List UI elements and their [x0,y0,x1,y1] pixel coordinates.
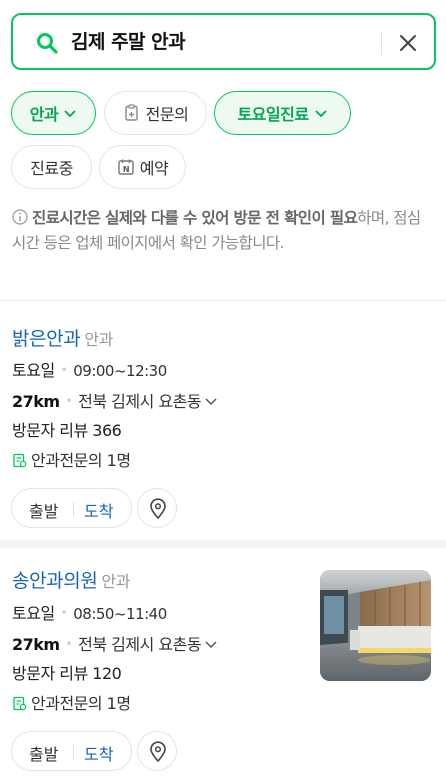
close-icon[interactable] [397,32,419,54]
specialist-count: 안과전문의 1명 [31,694,131,713]
place-location[interactable]: 27km • 전북 김제시 요촌동 [12,390,219,413]
route-arrive-button[interactable]: 도착 [84,498,113,522]
place-hours: 토요일 • 08:50~11:40 [12,604,167,623]
search-divider [381,31,382,55]
place-hours: 토요일 • 09:00~12:30 [12,361,167,380]
map-pin-button[interactable] [137,731,177,771]
place-hours-range: 09:00~12:30 [73,362,167,380]
place-category: 안과 [101,572,131,591]
notice-bold-text: 진료시간은 실제와 다를 수 있어 방문 전 확인이 필요 [32,209,358,227]
place-category: 안과 [84,330,113,349]
place-day: 토요일 [12,604,55,623]
place-card[interactable]: 송안과의원 안과 토요일 • 08:50~11:40 27km • 전북 김제시 요촌동 … [0,568,446,777]
specialist-doc-icon [13,696,27,711]
place-specialist: 안과전문의 1명 [12,693,131,715]
place-address: 전북 김제시 요촌동 [78,392,202,411]
section-divider [0,300,446,301]
specialist-doc-icon [124,104,138,121]
search-input[interactable]: 김제 주말 안과 [71,29,186,55]
filter-chip-ophthalmology[interactable]: 안과 [11,91,96,135]
naver-booking-icon: N [118,159,134,175]
search-icon [37,33,58,54]
map-pin-icon [150,498,166,520]
route-arrive-button[interactable]: 도착 [84,741,113,765]
specialist-count: 안과전문의 1명 [31,451,131,470]
place-reviews[interactable]: 방문자 리뷰 366 [12,420,122,442]
specialist-doc-icon [13,453,27,468]
hours-notice: 진료시간은 실제와 다를 수 있어 방문 전 확인이 필요하며, 점심시간 등은… [12,206,432,256]
filter-chip-booking[interactable]: N 예약 [99,145,186,189]
chevron-down-icon [314,110,327,118]
place-photo[interactable] [320,570,431,681]
search-bar[interactable]: 김제 주말 안과 [11,13,436,70]
place-name[interactable]: 송안과의원 [12,570,98,592]
place-specialist: 안과전문의 1명 [12,450,131,472]
filter-chip-saturday[interactable]: 토요일진료 [214,91,351,135]
map-pin-button[interactable] [137,488,177,528]
place-name[interactable]: 밝은안과 [12,328,81,350]
place-title[interactable]: 밝은안과 안과 [12,326,113,353]
filter-chip-label: 진료중 [30,159,73,178]
place-hours-range: 08:50~11:40 [73,605,167,623]
map-pin-icon [150,741,166,763]
chevron-down-icon [64,110,76,118]
filter-chip-open-now[interactable]: 진료중 [11,145,92,189]
route-buttons: 출발 도착 [11,731,132,771]
place-distance: 27km [12,392,60,411]
info-icon [12,209,28,225]
place-card[interactable]: 밝은안과 안과 토요일 • 09:00~12:30 27km • 전북 김제시 요촌동 방… [0,326,446,536]
place-reviews[interactable]: 방문자 리뷰 120 [12,663,122,685]
svg-text:N: N [123,165,129,174]
place-title[interactable]: 송안과의원 안과 [12,568,130,595]
filter-chip-label: 토요일진료 [237,105,309,124]
filter-chip-specialist[interactable]: 전문의 [104,91,207,135]
route-buttons: 출발 도착 [11,488,132,528]
filter-chip-label: 예약 [139,159,169,178]
section-divider [0,540,446,548]
route-start-button[interactable]: 출발 [29,498,58,522]
place-address: 전북 김제시 요촌동 [78,635,202,654]
filter-chip-label: 안과 [29,105,59,124]
clinic-photo-image [320,570,431,681]
place-day: 토요일 [12,361,55,380]
route-start-button[interactable]: 출발 [29,741,58,765]
chevron-down-icon[interactable] [203,636,219,652]
chevron-down-icon[interactable] [203,393,219,409]
place-distance: 27km [12,635,60,654]
place-location[interactable]: 27km • 전북 김제시 요촌동 [12,633,219,656]
filter-chip-label: 전문의 [145,105,189,124]
